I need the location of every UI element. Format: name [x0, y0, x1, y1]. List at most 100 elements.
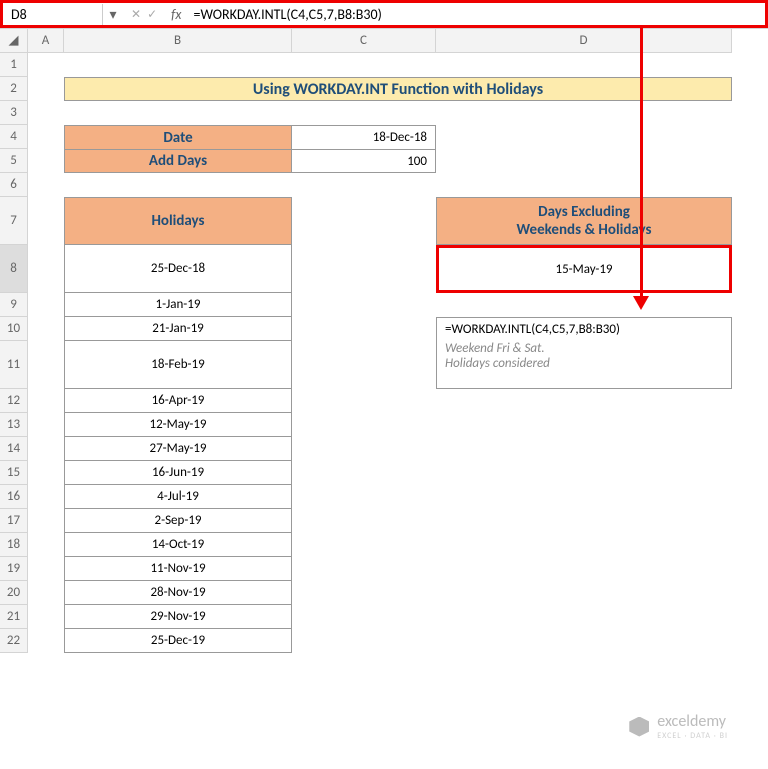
- row-header[interactable]: 17: [0, 509, 28, 533]
- adddays-value[interactable]: 100: [292, 149, 436, 173]
- cell[interactable]: [28, 125, 64, 149]
- cell[interactable]: [436, 101, 732, 125]
- cell[interactable]: [292, 557, 436, 581]
- cell[interactable]: [292, 101, 436, 125]
- cell[interactable]: [28, 581, 64, 605]
- cell[interactable]: [28, 197, 64, 245]
- cell[interactable]: [28, 149, 64, 173]
- date-value[interactable]: 18-Dec-18: [292, 125, 436, 149]
- cell[interactable]: [436, 413, 732, 437]
- holiday-cell[interactable]: 29-Nov-19: [64, 605, 292, 629]
- cancel-icon[interactable]: ✕: [131, 7, 141, 22]
- cell[interactable]: [436, 533, 732, 557]
- row-header[interactable]: 5: [0, 149, 28, 173]
- cell[interactable]: [436, 389, 732, 413]
- cell[interactable]: [436, 293, 732, 317]
- select-all-corner[interactable]: ◢: [0, 29, 28, 53]
- cell[interactable]: [292, 629, 436, 653]
- cell[interactable]: [292, 533, 436, 557]
- row-header[interactable]: 2: [0, 77, 28, 101]
- fx-icon[interactable]: fx: [165, 6, 187, 23]
- row-header[interactable]: 8: [0, 245, 28, 293]
- col-header-B[interactable]: B: [64, 29, 292, 53]
- cell[interactable]: [292, 197, 436, 245]
- row-header[interactable]: 22: [0, 629, 28, 653]
- holiday-cell[interactable]: 25-Dec-18: [64, 245, 292, 293]
- cell[interactable]: [28, 485, 64, 509]
- cell[interactable]: [28, 173, 64, 197]
- cell[interactable]: [436, 53, 732, 77]
- cell[interactable]: [28, 557, 64, 581]
- cell[interactable]: [292, 461, 436, 485]
- row-header[interactable]: 7: [0, 197, 28, 245]
- cell[interactable]: [292, 413, 436, 437]
- cell[interactable]: [436, 437, 732, 461]
- row-header[interactable]: 20: [0, 581, 28, 605]
- cell[interactable]: [436, 581, 732, 605]
- cell[interactable]: [28, 245, 64, 293]
- cell[interactable]: [28, 317, 64, 341]
- cell[interactable]: [436, 557, 732, 581]
- holiday-cell[interactable]: 27-May-19: [64, 437, 292, 461]
- cell[interactable]: [436, 485, 732, 509]
- cell[interactable]: [28, 629, 64, 653]
- row-header[interactable]: 16: [0, 485, 28, 509]
- holiday-cell[interactable]: 16-Jun-19: [64, 461, 292, 485]
- cell[interactable]: [28, 53, 64, 77]
- cell[interactable]: [436, 605, 732, 629]
- cell[interactable]: [436, 461, 732, 485]
- result-cell[interactable]: 15-May-19: [436, 245, 732, 293]
- row-header[interactable]: 19: [0, 557, 28, 581]
- cell[interactable]: [292, 389, 436, 413]
- holiday-cell[interactable]: 16-Apr-19: [64, 389, 292, 413]
- cell[interactable]: [28, 293, 64, 317]
- holiday-cell[interactable]: 18-Feb-19: [64, 341, 292, 389]
- row-header[interactable]: 9: [0, 293, 28, 317]
- row-header[interactable]: 4: [0, 125, 28, 149]
- cell[interactable]: [28, 605, 64, 629]
- formula-note[interactable]: =WORKDAY.INTL(C4,C5,7,B8:B30): [436, 317, 732, 341]
- holiday-cell[interactable]: 2-Sep-19: [64, 509, 292, 533]
- row-header[interactable]: 15: [0, 461, 28, 485]
- cell[interactable]: [292, 317, 436, 341]
- col-header-A[interactable]: A: [28, 29, 64, 53]
- cell[interactable]: [292, 605, 436, 629]
- cell[interactable]: [28, 389, 64, 413]
- holiday-cell[interactable]: 1-Jan-19: [64, 293, 292, 317]
- cell[interactable]: [64, 53, 292, 77]
- holiday-cell[interactable]: 4-Jul-19: [64, 485, 292, 509]
- spreadsheet-grid[interactable]: ◢ A B C D 1 2 Using WORKDAY.INT Function…: [0, 28, 768, 653]
- row-header[interactable]: 21: [0, 605, 28, 629]
- cell[interactable]: [28, 437, 64, 461]
- cell[interactable]: [28, 77, 64, 101]
- formula-note-desc[interactable]: Weekend Fri & Sat. Holidays considered: [436, 341, 732, 389]
- cell[interactable]: [436, 629, 732, 653]
- row-header[interactable]: 1: [0, 53, 28, 77]
- cell[interactable]: [28, 101, 64, 125]
- cell[interactable]: [292, 293, 436, 317]
- row-header[interactable]: 13: [0, 413, 28, 437]
- cell[interactable]: [64, 173, 292, 197]
- cell[interactable]: [28, 533, 64, 557]
- row-header[interactable]: 11: [0, 341, 28, 389]
- holiday-cell[interactable]: 25-Dec-19: [64, 629, 292, 653]
- col-header-D[interactable]: D: [436, 29, 732, 53]
- cell[interactable]: [28, 461, 64, 485]
- row-header[interactable]: 3: [0, 101, 28, 125]
- cell[interactable]: [436, 125, 732, 149]
- row-header[interactable]: 18: [0, 533, 28, 557]
- row-header[interactable]: 14: [0, 437, 28, 461]
- holiday-cell[interactable]: 12-May-19: [64, 413, 292, 437]
- cell[interactable]: [436, 149, 732, 173]
- holiday-cell[interactable]: 28-Nov-19: [64, 581, 292, 605]
- cell[interactable]: [64, 101, 292, 125]
- cell[interactable]: [292, 437, 436, 461]
- cell[interactable]: [292, 509, 436, 533]
- cell[interactable]: [292, 173, 436, 197]
- row-header[interactable]: 10: [0, 317, 28, 341]
- enter-icon[interactable]: ✓: [147, 7, 157, 22]
- cell[interactable]: [292, 53, 436, 77]
- formula-input[interactable]: =WORKDAY.INTL(C4,C5,7,B8:B30): [187, 4, 765, 25]
- cell[interactable]: [28, 341, 64, 389]
- holiday-cell[interactable]: 11-Nov-19: [64, 557, 292, 581]
